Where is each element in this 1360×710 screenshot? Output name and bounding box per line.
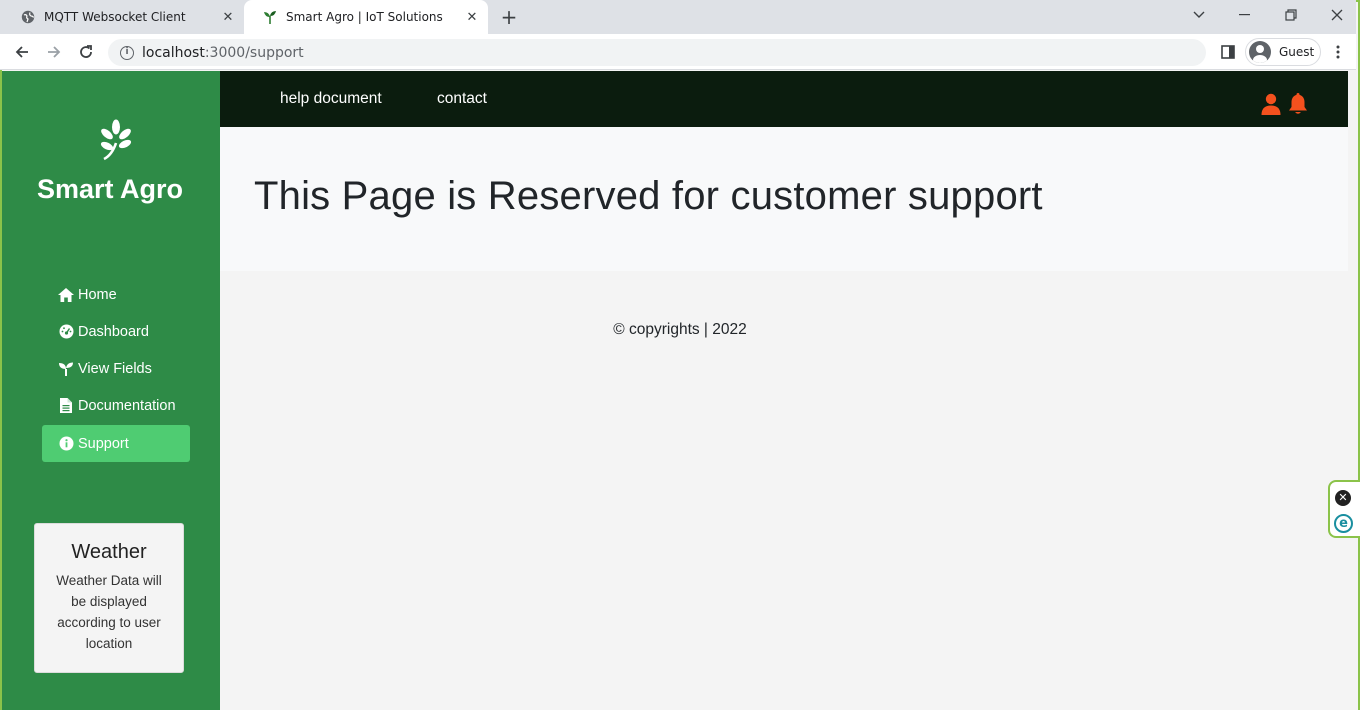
sidebar-item-view-fields[interactable]: View Fields [42,350,190,387]
new-tab-button[interactable]: + [498,6,520,28]
sidebar-item-support[interactable]: Support [42,425,190,462]
back-button[interactable] [10,40,34,64]
home-icon [58,287,74,303]
sidebar-item-home[interactable]: Home [42,276,190,313]
weather-card: Weather Weather Data will be displayed a… [34,523,184,673]
tab-search-icon[interactable] [1176,0,1222,30]
close-icon[interactable]: ✕ [1335,490,1351,506]
tab-smart-agro[interactable]: Smart Agro | IoT Solutions ✕ [244,0,488,34]
leaf-logo-icon [98,119,134,161]
user-icon[interactable] [1261,93,1281,115]
close-window-button[interactable] [1314,0,1360,30]
side-panel-icon[interactable] [1216,40,1240,64]
address-bar[interactable]: i localhost:3000/support [108,39,1206,66]
weather-title: Weather [71,541,147,563]
tab-title: MQTT Websocket Client [44,10,186,24]
globe-icon [20,9,36,25]
weather-text: Weather Data will be displayed according… [56,573,162,651]
url-path: :3000/support [204,44,304,61]
file-icon [58,398,74,414]
close-tab-icon[interactable]: ✕ [220,9,236,25]
minimize-button[interactable] [1222,0,1268,30]
info-icon [58,436,74,452]
tab-mqtt-client[interactable]: MQTT Websocket Client ✕ [2,0,244,34]
sprout-icon [262,9,278,25]
sidebar-item-label: View Fields [78,360,152,377]
top-navbar: help document contact [220,71,1348,127]
close-tab-icon[interactable]: ✕ [464,9,480,25]
sidebar-item-dashboard[interactable]: Dashboard [42,313,190,350]
page-title: This Page is Reserved for customer suppo… [254,174,1043,218]
seedling-icon [58,361,74,377]
url-text: localhost:3000/support [142,45,304,61]
site-info-icon[interactable]: i [120,45,134,60]
nav-link-contact[interactable]: contact [437,71,487,127]
brand-title[interactable]: Smart Agro [2,174,218,205]
reload-button[interactable] [74,40,98,64]
sidebar-item-documentation[interactable]: Documentation [42,387,190,424]
browser-toolbar: i localhost:3000/support Guest [0,34,1356,70]
profile-label: Guest [1279,45,1315,59]
extension-e-icon[interactable]: e [1334,514,1353,533]
dashboard-icon [58,324,74,340]
sidebar: Smart Agro Home Dashboard View Fields Do… [2,71,220,710]
avatar-icon [1249,41,1271,63]
sidebar-item-label: Support [78,435,129,452]
forward-button[interactable] [42,40,66,64]
url-host: localhost [142,44,205,61]
profile-button[interactable]: Guest [1245,38,1321,66]
nav-link-help-document[interactable]: help document [280,71,382,127]
tab-strip: MQTT Websocket Client ✕ Smart Agro | IoT… [0,0,1356,34]
extension-floating-widget[interactable]: ✕ e [1328,480,1360,538]
tab-title: Smart Agro | IoT Solutions [286,10,443,24]
sidebar-item-label: Documentation [78,397,176,414]
sidebar-item-label: Dashboard [78,323,149,340]
copyright-text: © copyrights | 2022 [613,321,747,338]
hero-section: This Page is Reserved for customer suppo… [220,127,1348,271]
kebab-menu-icon[interactable] [1326,40,1350,64]
restore-button[interactable] [1268,0,1314,30]
sidebar-item-label: Home [78,286,117,303]
bell-icon[interactable] [1288,93,1308,115]
